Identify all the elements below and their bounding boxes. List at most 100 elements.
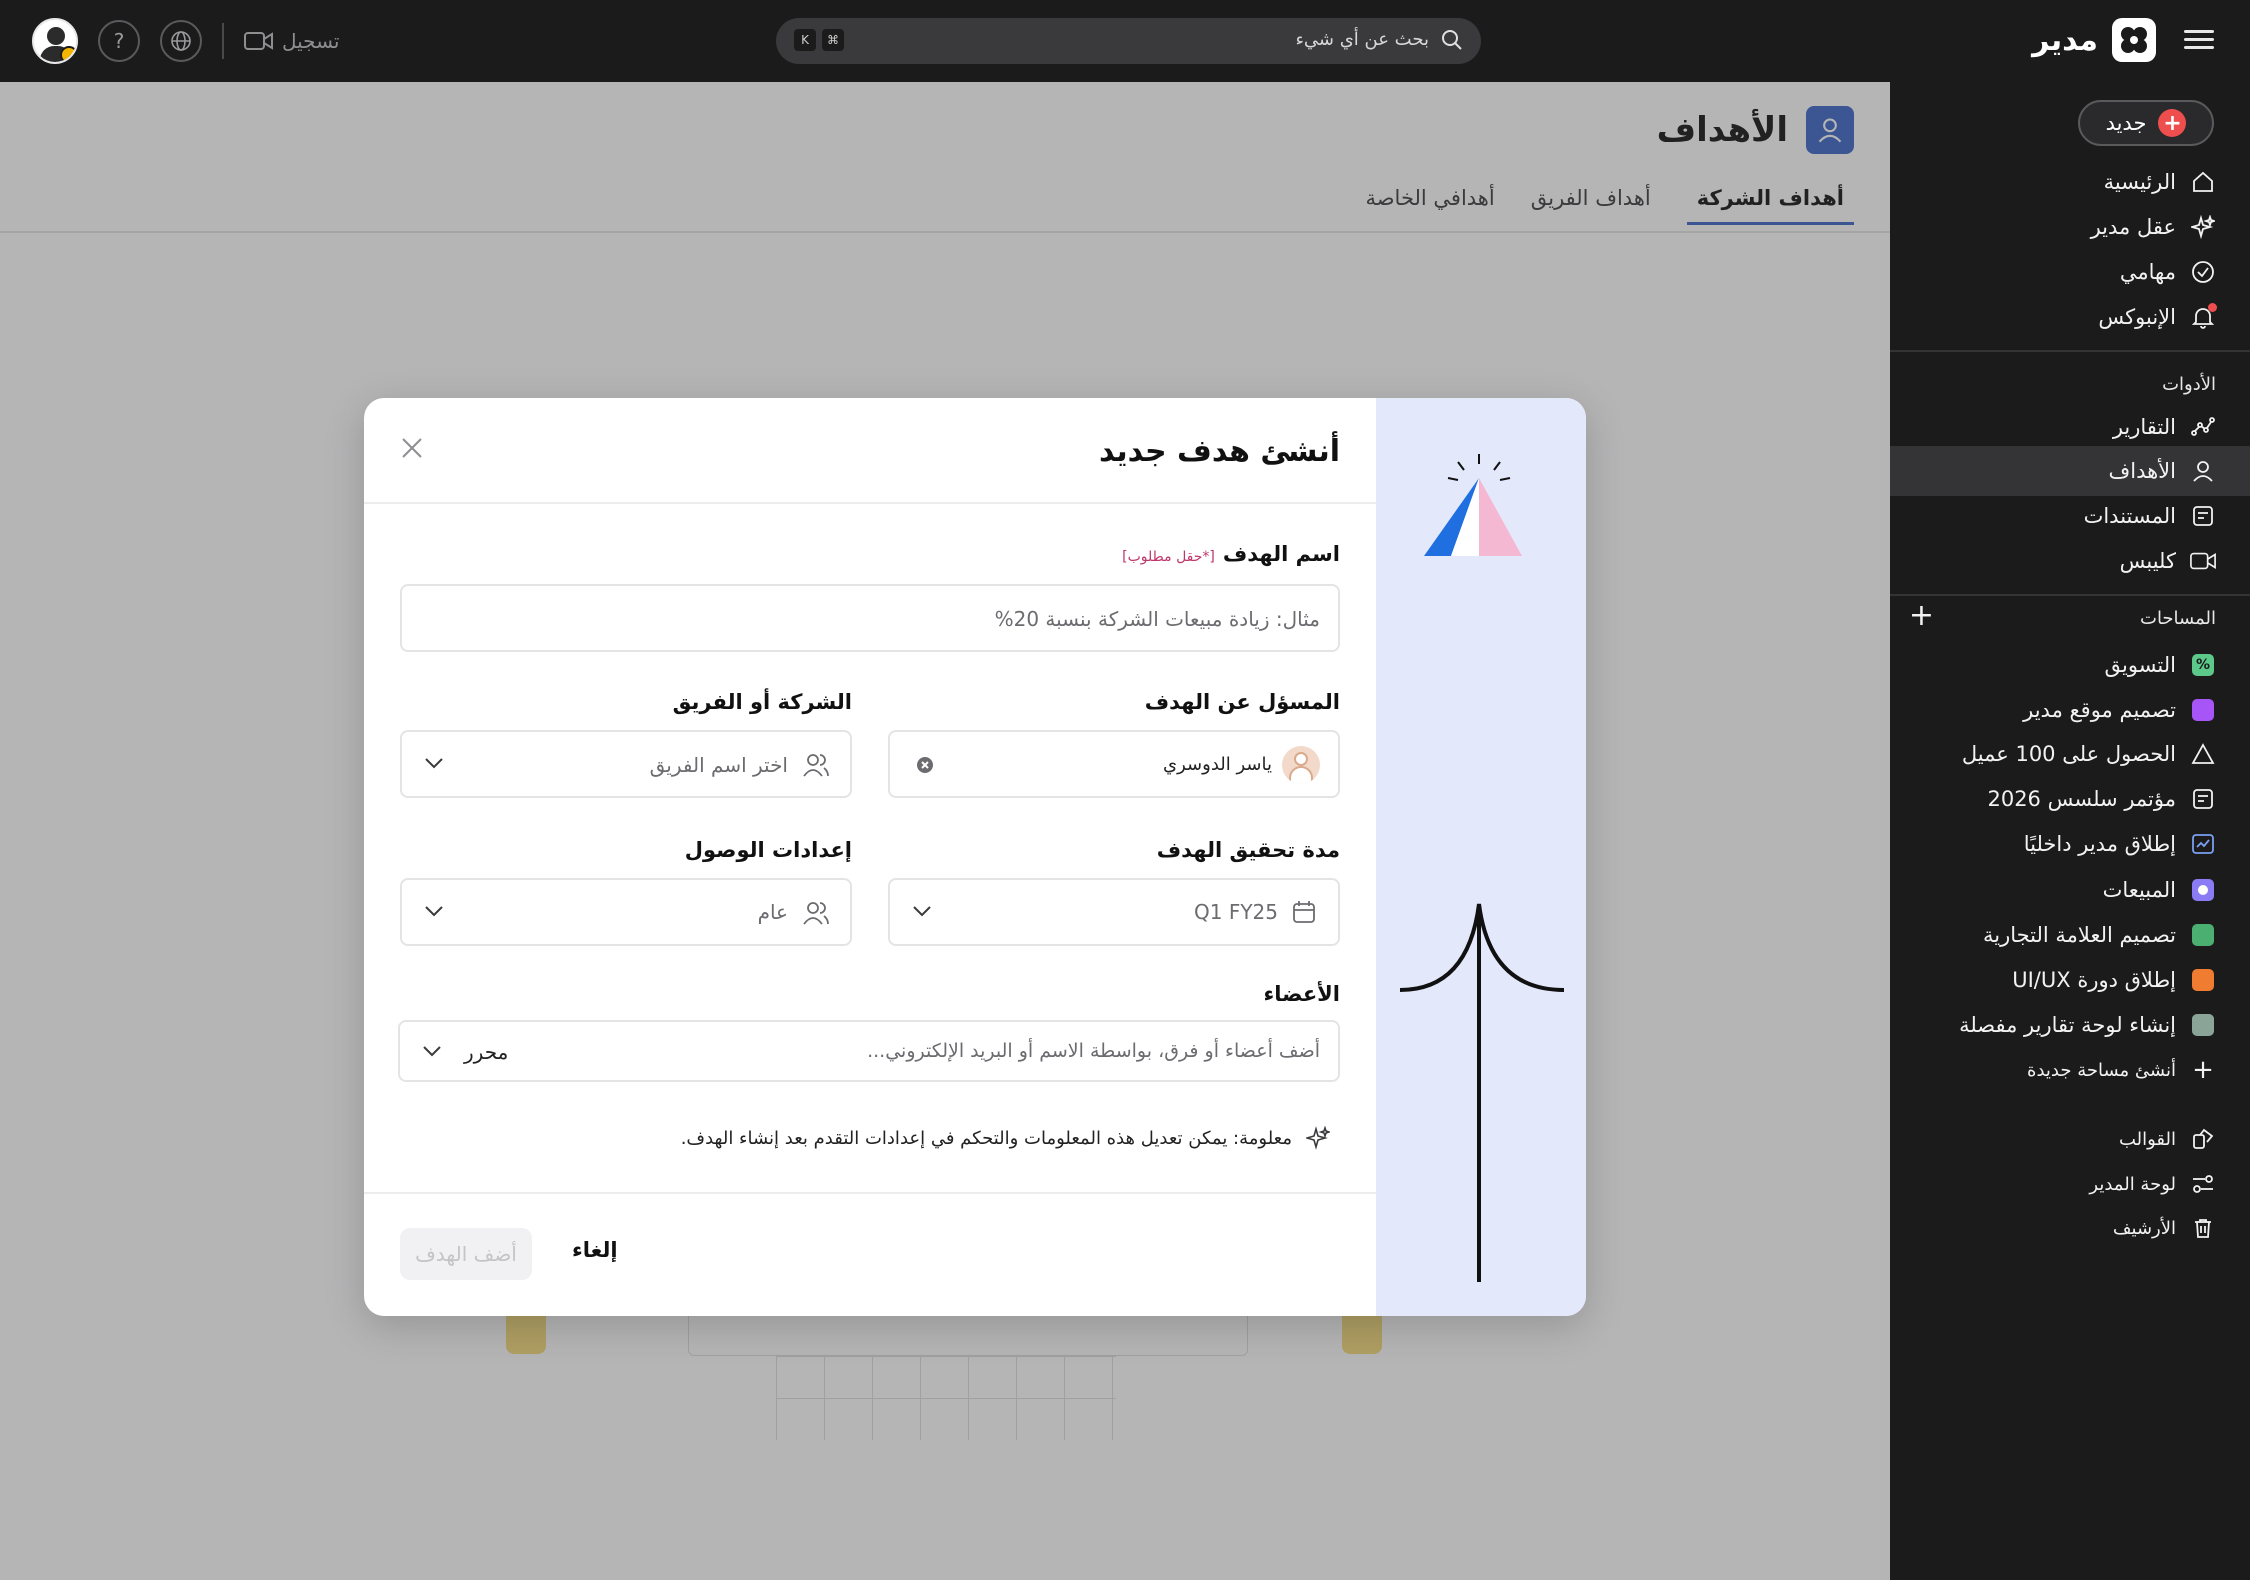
team-placeholder: اختر اسم الفريق xyxy=(649,753,788,777)
info-note: معلومة: يمكن تعديل هذه المعلومات والتحكم… xyxy=(681,1126,1330,1150)
sidebar-item-clips[interactable]: كليبس xyxy=(2120,541,2216,581)
help-icon[interactable]: ? xyxy=(98,20,140,62)
space-item-sales[interactable]: المبيعات xyxy=(2103,870,2216,910)
space-item-marketing[interactable]: % التسويق xyxy=(2104,645,2216,685)
sparkle-icon xyxy=(1306,1126,1330,1150)
space-item-conference[interactable]: مؤتمر سلسس 2026 xyxy=(1987,779,2216,819)
dialog-form: أنشئ هدف جديد اسم الهدف [*حقل مطلوب] مثال… xyxy=(364,398,1376,1316)
sidebar-item-label: كليبس xyxy=(2119,549,2176,573)
goal-name-input[interactable]: مثال: زيادة مبيعات الشركة بنسبة 20% xyxy=(400,584,1340,652)
triangle-icon xyxy=(2190,741,2216,767)
home-icon xyxy=(2190,169,2216,195)
dialog-illustration-panel xyxy=(1376,398,1586,1316)
access-label: إعدادات الوصول xyxy=(684,838,852,862)
space-item-website-design[interactable]: تصميم موقع مدير xyxy=(2023,690,2216,730)
create-space-button[interactable]: + أنشئ مساحة جديدة xyxy=(2027,1050,2216,1090)
access-select[interactable]: عام xyxy=(400,878,852,946)
archive-icon xyxy=(2190,1215,2216,1241)
plus-icon: + xyxy=(2158,109,2187,137)
search-placeholder: بحث عن أي شيء xyxy=(1295,29,1429,50)
duration-label: مدة تحقيق الهدف xyxy=(1156,838,1340,862)
sidebar-item-label: الرئيسية xyxy=(2103,170,2176,194)
hamburger-menu-icon[interactable] xyxy=(2184,25,2214,55)
sidebar-item-label: القوالب xyxy=(2118,1128,2176,1150)
sidebar-item-label: الإنبوكس xyxy=(2098,305,2176,329)
sidebar-item-templates[interactable]: القوالب xyxy=(2119,1119,2216,1159)
sidebar-divider xyxy=(1890,594,2250,596)
close-icon[interactable] xyxy=(400,436,424,460)
duration-select[interactable]: Q1 FY25 xyxy=(888,878,1340,946)
sidebar-item-label: الحصول على 100 عميل xyxy=(1961,742,2176,766)
brand-name: مدير xyxy=(2032,22,2098,58)
sidebar-item-archive[interactable]: الأرشيف xyxy=(2113,1208,2216,1248)
new-button-label: جديد xyxy=(2105,111,2147,135)
sidebar-item-label: المستندات xyxy=(2083,504,2176,528)
sidebar-item-home[interactable]: الرئيسية xyxy=(2104,162,2216,202)
search-shortcut: ⌘ K xyxy=(794,29,844,51)
chart-icon xyxy=(2190,831,2216,857)
sparkle-icon xyxy=(2190,214,2216,240)
sidebar-item-goals[interactable]: الأهداف xyxy=(2108,451,2216,491)
chevron-down-icon xyxy=(425,758,443,769)
add-space-plus-icon[interactable]: + xyxy=(1909,598,1934,633)
duration-value: Q1 FY25 xyxy=(1194,900,1278,924)
create-goal-dialog: أنشئ هدف جديد اسم الهدف [*حقل مطلوب] مثال… xyxy=(364,398,1586,1316)
sidebar-item-reports[interactable]: التقارير xyxy=(2113,407,2216,447)
search-bar[interactable]: بحث عن أي شيء ⌘ K xyxy=(776,18,1481,64)
required-note: [*حقل مطلوب] xyxy=(1122,549,1215,565)
sidebar-item-brain[interactable]: عقل مدير xyxy=(2091,207,2216,247)
sidebar-item-label: الأرشيف xyxy=(2112,1217,2176,1239)
sidebar-item-label: إطلاق مدير داخليًا xyxy=(2023,832,2176,856)
templates-icon xyxy=(2190,1126,2216,1152)
sidebar-item-label: الأهداف xyxy=(2108,459,2176,483)
tools-heading: الأدوات xyxy=(2162,374,2216,395)
brand-logo-icon xyxy=(2112,18,2156,62)
sidebar-item-label: مهامي xyxy=(2119,260,2176,284)
sidebar-item-documents[interactable]: المستندات xyxy=(2084,496,2216,536)
clear-icon[interactable] xyxy=(916,756,934,774)
members-label: الأعضاء xyxy=(1263,982,1341,1006)
team-select[interactable]: اختر اسم الفريق xyxy=(400,730,852,798)
globe-icon[interactable] xyxy=(160,20,202,62)
search-icon xyxy=(1442,30,1462,50)
sidebar-item-label: تصميم العلامة التجارية xyxy=(1982,923,2176,947)
space-item-brand-design[interactable]: تصميم العلامة التجارية xyxy=(1983,915,2216,955)
users-icon xyxy=(803,902,829,925)
record-label: تسجيل xyxy=(282,29,340,53)
add-goal-button[interactable]: أضف الهدف xyxy=(400,1228,532,1280)
top-bar: مدير بحث عن أي شيء ⌘ K ? تسجيل xyxy=(0,0,2250,82)
verified-badge-icon xyxy=(60,46,76,62)
members-input[interactable]: أضف أعضاء أو فرق، بواسطة الاسم أو البريد… xyxy=(398,1020,1340,1082)
chevron-down-icon[interactable] xyxy=(422,1044,442,1058)
percent-icon: % xyxy=(2190,652,2216,678)
record-button[interactable]: تسجيل xyxy=(244,29,340,53)
sidebar-item-tasks[interactable]: مهامي xyxy=(2120,252,2216,292)
cancel-button[interactable]: إلغاء xyxy=(572,1238,618,1262)
dialog-title: أنشئ هدف جديد xyxy=(1099,434,1340,469)
new-button[interactable]: + جديد xyxy=(2078,100,2214,146)
space-item-uiux-course[interactable]: إطلاق دورة UI/UX xyxy=(2012,960,2216,1000)
user-avatar[interactable] xyxy=(32,18,78,64)
space-item-internal-launch[interactable]: إطلاق مدير داخليًا xyxy=(2024,824,2216,864)
owner-select[interactable]: ياسر الدوسري xyxy=(888,730,1340,798)
space-item-100-customers[interactable]: الحصول على 100 عميل xyxy=(1962,734,2216,774)
sidebar-item-admin-panel[interactable]: لوحة المدير xyxy=(2089,1164,2216,1204)
chevron-down-icon xyxy=(913,906,931,917)
brand[interactable]: مدير xyxy=(2032,18,2156,62)
lightbulb-icon xyxy=(2190,877,2216,903)
spaces-heading: المساحات xyxy=(2140,608,2216,629)
space-color-swatch xyxy=(2190,697,2216,723)
owner-label: المسؤل عن الهدف xyxy=(1144,690,1340,714)
space-item-reports-board[interactable]: إنشاء لوحة تقارير مفصلة xyxy=(1959,1005,2216,1045)
sidebar: + جديد الرئيسية عقل مدير مهامي الإنبوكس … xyxy=(1890,82,2250,1580)
sidebar-item-label: إنشاء لوحة تقارير مفصلة xyxy=(1959,1013,2176,1037)
top-bar-actions: ? تسجيل xyxy=(32,18,340,64)
sidebar-item-inbox[interactable]: الإنبوكس xyxy=(2098,297,2217,337)
sidebar-item-label: مؤتمر سلسس 2026 xyxy=(1987,787,2176,811)
members-role[interactable]: محرر xyxy=(464,1040,508,1064)
video-camera-icon xyxy=(244,32,273,50)
document-icon xyxy=(2190,503,2216,529)
sidebar-item-label: تصميم موقع مدير xyxy=(2023,698,2176,722)
notification-dot xyxy=(2208,303,2217,312)
admin-panel-icon xyxy=(2190,1171,2216,1197)
